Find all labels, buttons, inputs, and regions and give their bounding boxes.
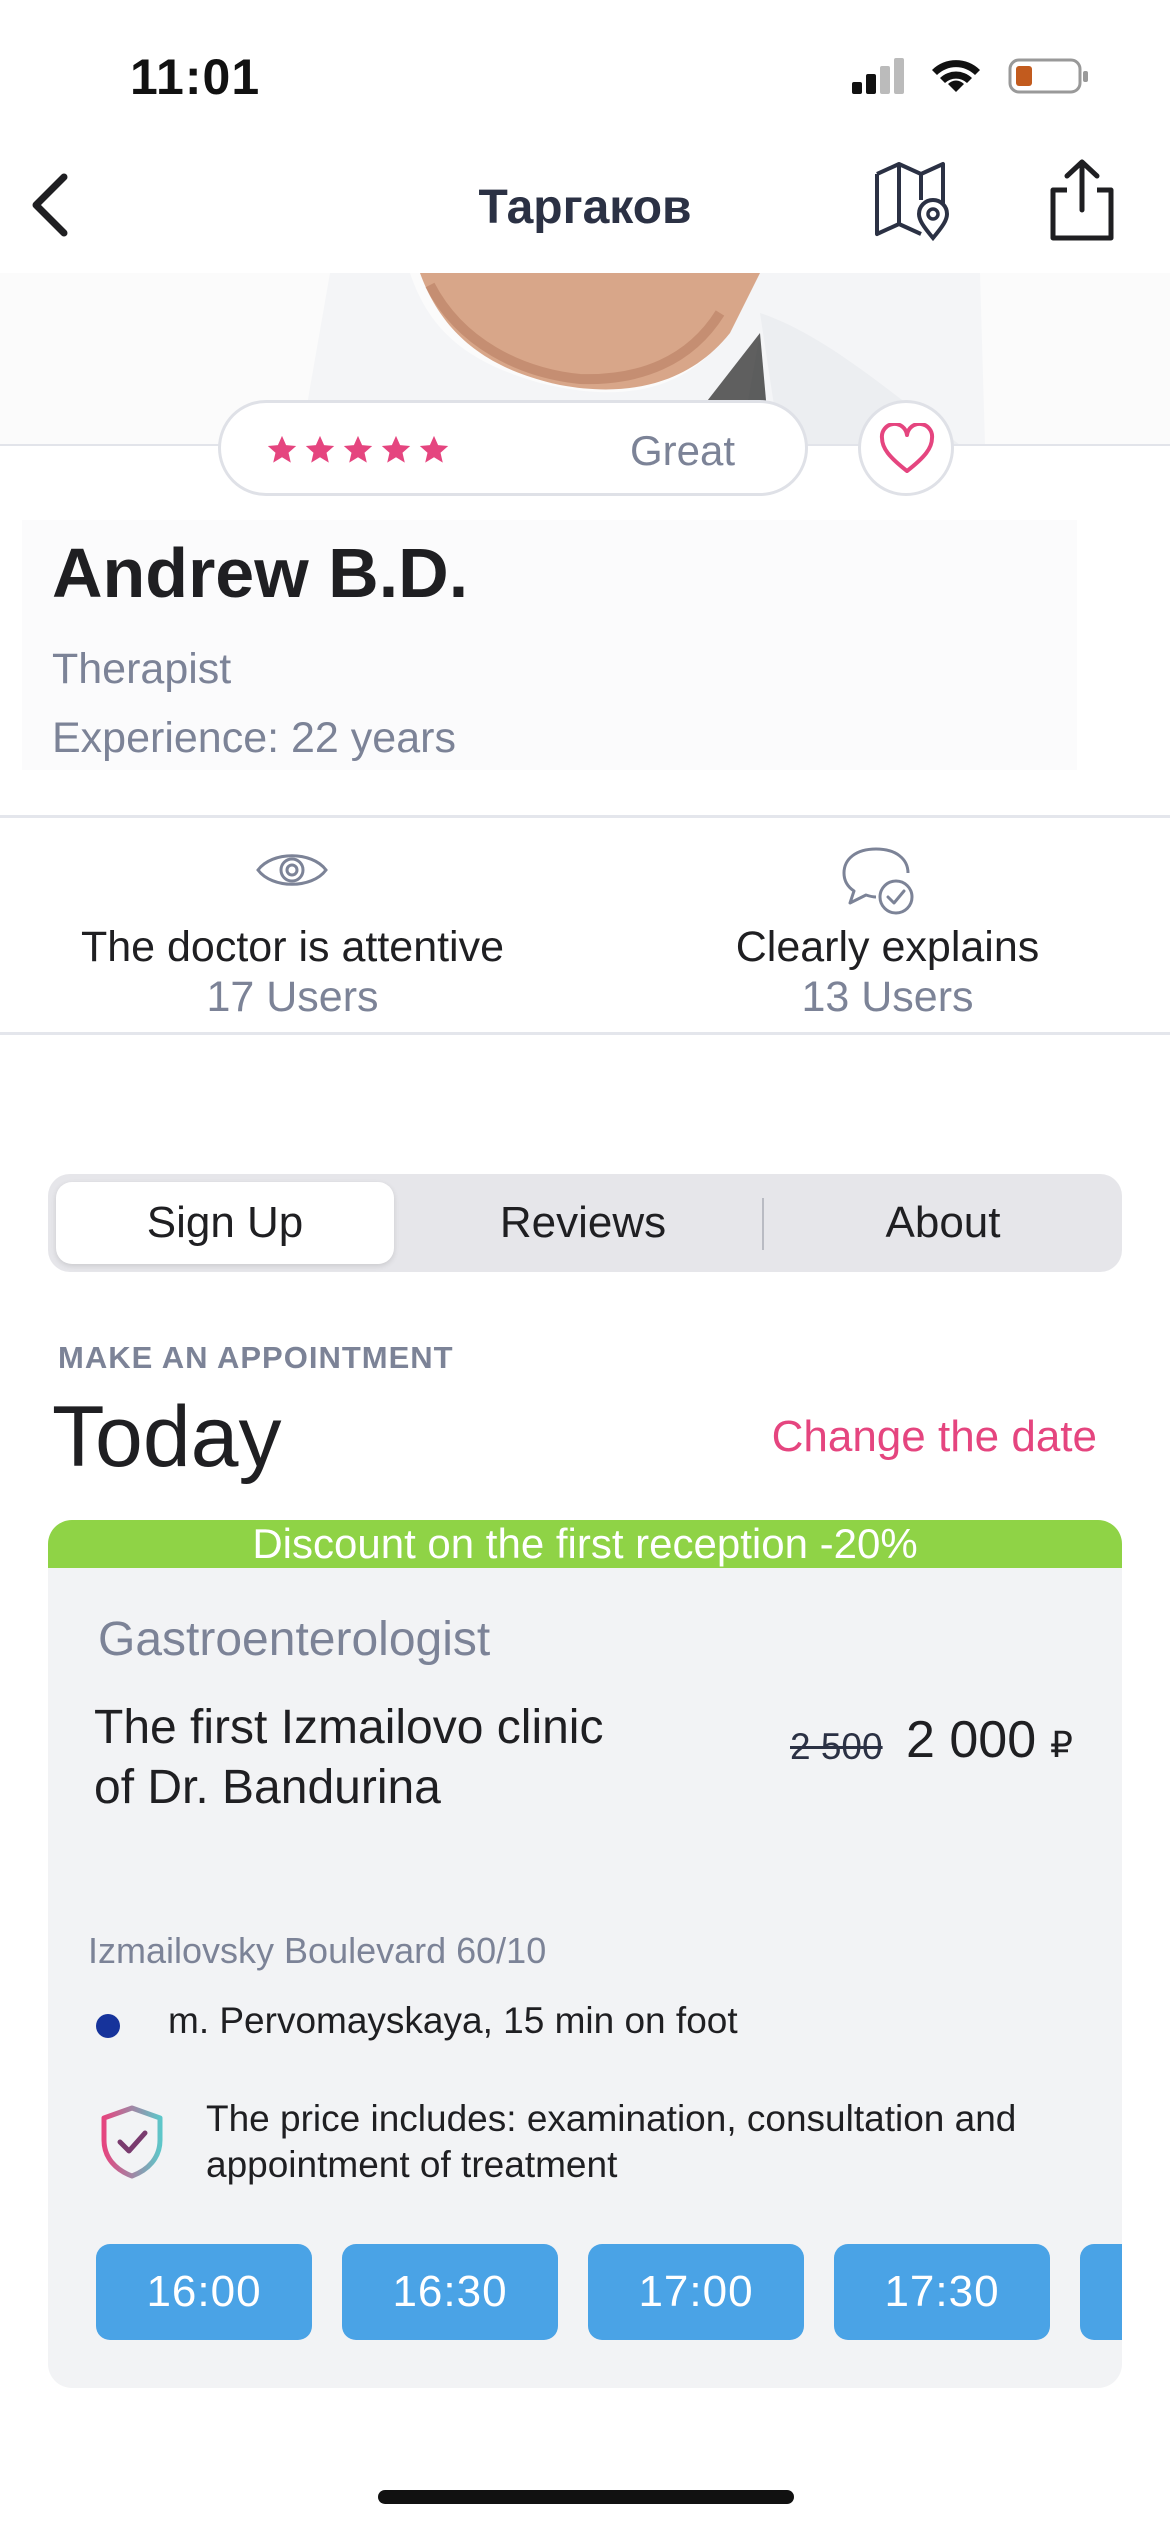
trait-count: 17 Users — [206, 973, 379, 1021]
status-icons — [852, 58, 1088, 94]
clinic-name[interactable]: The first Izmailovo clinic of Dr. Bandur… — [94, 1698, 614, 1818]
chat-check-icon — [842, 847, 914, 915]
section-divider — [0, 1032, 1170, 1035]
time-slot-button[interactable]: 17:00 — [588, 2244, 804, 2340]
tabs-segmented-control: Sign Up Reviews About — [48, 1174, 1122, 1272]
rating-pill: Great — [218, 400, 808, 496]
trait-label: Clearly explains — [735, 923, 1040, 971]
clinic-offer-card: Discount on the first reception -20% Gas… — [48, 1520, 1122, 2388]
favorite-button[interactable] — [858, 400, 954, 496]
price-new: 2 000 — [906, 1711, 1037, 1769]
currency-symbol: ₽ — [1050, 1724, 1073, 1765]
doctor-specialty: Therapist — [52, 645, 232, 693]
nav-title: Таргаков — [478, 181, 692, 234]
appointment-day: Today — [52, 1389, 282, 1485]
trait-label: The doctor is attentive — [80, 923, 505, 971]
discount-banner: Discount on the first reception -20% — [48, 1520, 1122, 1568]
section-label: MAKE AN APPOINTMENT — [58, 1340, 454, 1375]
shield-check-icon — [101, 2105, 163, 2179]
battery-icon — [1008, 58, 1088, 94]
change-date-link[interactable]: Change the date — [772, 1412, 1097, 1462]
rating-stars — [265, 433, 451, 467]
heart-icon — [879, 423, 935, 473]
eye-icon — [256, 854, 328, 886]
metro-info: m. Pervomayskaya, 15 min on foot — [168, 2000, 738, 2041]
tab-reviews[interactable]: Reviews — [404, 1174, 762, 1272]
doctor-experience: Experience: 22 years — [52, 714, 456, 762]
trait-explains: Clearly explains 13 Users — [595, 845, 1170, 1025]
trait-count: 13 Users — [801, 973, 974, 1021]
map-pin-icon[interactable] — [873, 160, 955, 242]
tab-sign-up[interactable]: Sign Up — [56, 1182, 394, 1264]
share-icon[interactable] — [1045, 158, 1119, 244]
section-divider — [0, 815, 1170, 818]
trait-attentive: The doctor is attentive 17 Users — [0, 845, 585, 1025]
doctor-name: Andrew B.D. — [52, 534, 469, 612]
star-icon — [381, 435, 411, 463]
star-icon — [267, 435, 297, 463]
wifi-icon — [932, 60, 980, 92]
clinic-address: Izmailovsky Boulevard 60/10 — [88, 1930, 547, 1971]
star-icon — [419, 435, 449, 463]
time-slot-button-partial[interactable] — [1080, 2244, 1122, 2340]
time-slot-button[interactable]: 16:00 — [96, 2244, 312, 2340]
cellular-signal-icon — [852, 58, 904, 94]
metro-line-dot — [96, 2014, 120, 2038]
price-old: 2 500 — [790, 1726, 883, 1767]
offer-specialty: Gastroenterologist — [98, 1613, 491, 1666]
star-icon — [343, 435, 373, 463]
rating-label: Great — [629, 427, 735, 474]
status-time: 11:01 — [130, 49, 261, 105]
price-includes-text: The price includes: examination, consult… — [206, 2098, 1017, 2185]
time-slot-button[interactable]: 17:30 — [834, 2244, 1050, 2340]
tab-about[interactable]: About — [764, 1174, 1122, 1272]
time-slot-button[interactable]: 16:30 — [342, 2244, 558, 2340]
star-icon — [305, 435, 335, 463]
home-indicator[interactable] — [378, 2490, 794, 2504]
